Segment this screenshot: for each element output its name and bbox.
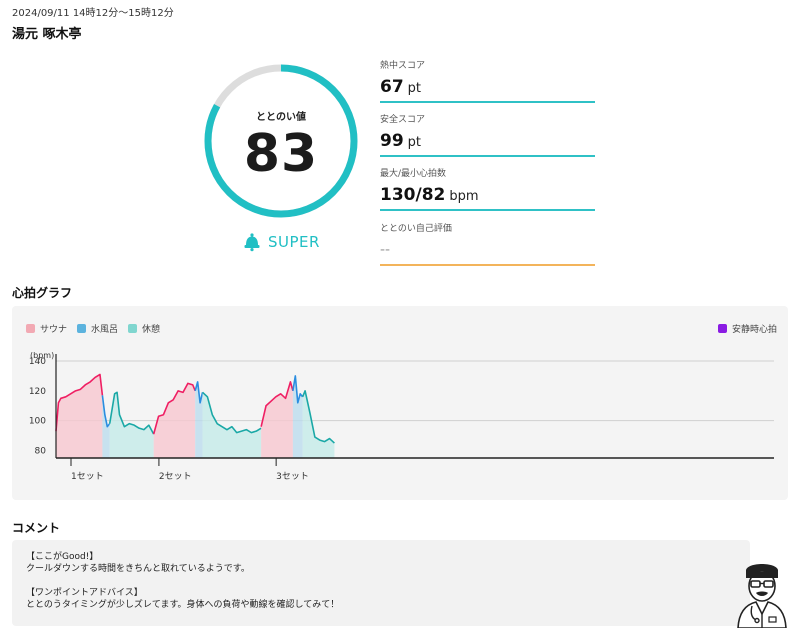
chart-series bbox=[55, 373, 335, 458]
score-value: 83 bbox=[243, 124, 319, 184]
chart-axes: 140 120 100 80 1セット 2セット 3セット bbox=[29, 354, 774, 482]
comment-good-heading: 【ここがGood!】 bbox=[26, 552, 99, 562]
metric-unit: bpm bbox=[449, 189, 479, 204]
metric-label: ととのい自己評価 bbox=[380, 224, 452, 234]
series-area-サウナ bbox=[261, 381, 293, 458]
metric-unit: pt bbox=[407, 135, 422, 150]
metric-number: 130/82 bbox=[380, 185, 446, 205]
bell-icon bbox=[244, 233, 260, 252]
score-rank: SUPER bbox=[242, 231, 320, 253]
series-area-サウナ bbox=[153, 383, 196, 458]
comment-advice-heading: 【ワンポイントアドバイス】 bbox=[26, 588, 143, 598]
metric-heart-rate: 最大/最小心拍数 130/82 bpm bbox=[380, 166, 595, 211]
metric-number: 99 bbox=[380, 131, 404, 151]
metric-heat-score: 熱中スコア 67 pt bbox=[380, 58, 595, 103]
metric-unit: pt bbox=[407, 81, 422, 96]
score-label: ととのい値 bbox=[256, 112, 306, 123]
metric-label: 熱中スコア bbox=[380, 61, 426, 71]
y-tick-label: 80 bbox=[35, 447, 47, 457]
facility-name: 湯元 啄木亭 bbox=[12, 27, 82, 42]
x-tick-label: 3セット bbox=[276, 471, 309, 482]
metric-underline bbox=[380, 101, 595, 103]
comment-advice-text: ととのうタイミングが少しズレてます。身体への負荷や動線を確認してみて！ bbox=[26, 600, 340, 610]
series-area-水風呂 bbox=[292, 375, 303, 458]
comment-box: 【ここがGood!】 クールダウンする時間をきちんと取れているようです。 【ワン… bbox=[12, 540, 750, 626]
y-tick-label: 140 bbox=[29, 357, 46, 367]
chart-grid bbox=[56, 360, 774, 422]
metric-value: 99 pt bbox=[380, 131, 595, 155]
heart-rate-chart: (bpm) 140120100801セット 2セット 3セット bbox=[29, 351, 774, 482]
session-datetime: 2024/09/11 14時12分〜15時12分 bbox=[12, 8, 174, 19]
metric-value: 67 pt bbox=[380, 77, 595, 101]
metric-number: 67 bbox=[380, 77, 404, 97]
doctor-avatar-icon bbox=[737, 564, 787, 628]
metric-value[interactable]: -- bbox=[380, 240, 595, 264]
metric-label: 安全スコア bbox=[380, 115, 426, 125]
rank-label: SUPER bbox=[268, 233, 320, 251]
heart-rate-graph-title: 心拍グラフ bbox=[12, 286, 73, 300]
comment-title: コメント bbox=[12, 521, 61, 535]
series-area-休憩 bbox=[202, 392, 262, 458]
metric-underline bbox=[380, 155, 595, 157]
x-tick-label: 1セット bbox=[71, 471, 104, 482]
y-tick-label: 120 bbox=[29, 387, 46, 397]
metric-self-evaluation[interactable]: ととのい自己評価 -- bbox=[380, 221, 595, 266]
y-tick-label: 100 bbox=[29, 417, 46, 427]
metric-underline bbox=[380, 209, 595, 211]
metric-label: 最大/最小心拍数 bbox=[380, 169, 447, 179]
comment-good-text: クールダウンする時間をきちんと取れているようです。 bbox=[26, 564, 250, 574]
metric-underline bbox=[380, 264, 595, 266]
x-tick-label: 2セット bbox=[159, 471, 192, 482]
metric-value: 130/82 bpm bbox=[380, 185, 595, 209]
series-area-サウナ bbox=[56, 374, 103, 458]
totonoi-score-ring: ととのい値 83 bbox=[200, 60, 362, 222]
metric-safety-score: 安全スコア 99 pt bbox=[380, 112, 595, 157]
